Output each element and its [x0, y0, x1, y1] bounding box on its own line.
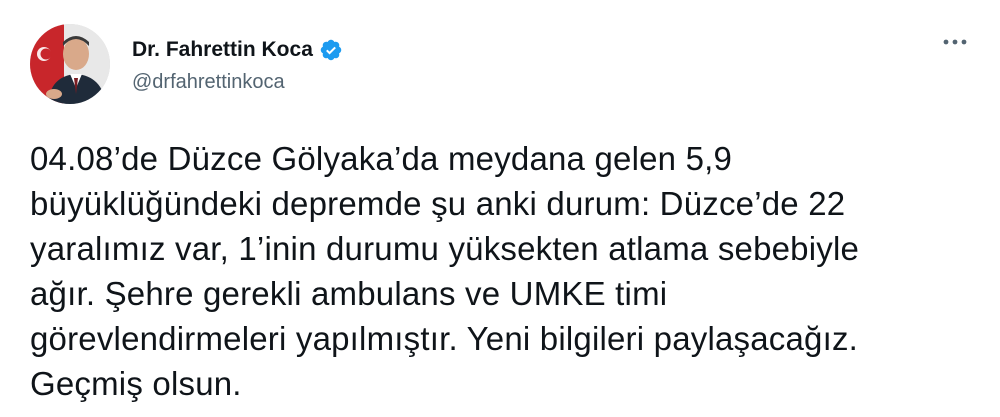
avatar-image — [30, 24, 110, 104]
tweet-text: 04.08’de Düzce Gölyaka’da meydana gelen … — [30, 140, 860, 402]
author-handle[interactable]: @drfahrettinkoca — [132, 71, 343, 94]
verified-badge-icon — [319, 38, 343, 62]
tweet-card: Dr. Fahrettin Koca @drfahrettinkoca 04.0… — [0, 0, 1000, 417]
author-avatar[interactable] — [30, 24, 110, 104]
author-name-row: Dr. Fahrettin Koca — [132, 35, 343, 65]
tweet-header: Dr. Fahrettin Koca @drfahrettinkoca — [30, 24, 343, 104]
author-name[interactable]: Dr. Fahrettin Koca — [132, 38, 313, 62]
author-info: Dr. Fahrettin Koca @drfahrettinkoca — [132, 35, 343, 94]
more-options-icon[interactable] — [940, 32, 970, 52]
